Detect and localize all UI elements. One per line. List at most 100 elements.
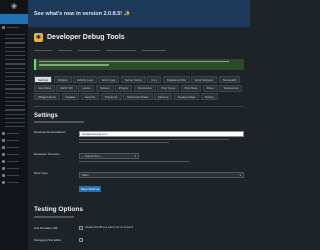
- sidebar-subitem[interactable]: [5, 101, 25, 103]
- tab-testing[interactable]: Testing: [200, 93, 218, 100]
- sidebar-item[interactable]: [0, 24, 28, 31]
- sidebar-item[interactable]: [0, 165, 28, 172]
- wordpress-logo-icon[interactable]: ◉: [0, 0, 28, 12]
- menu-type-select[interactable]: Main ▾: [79, 172, 244, 179]
- sidebar-subitem[interactable]: [5, 84, 25, 86]
- tab-taxonomies[interactable]: Taxonomies: [219, 84, 243, 92]
- chevron-down-icon: ▾: [239, 173, 241, 178]
- admin-sidebar: ◉: [0, 0, 28, 250]
- sidebar-subitem[interactable]: [5, 63, 25, 65]
- sidebar-subitem[interactable]: [5, 92, 25, 94]
- plugin-meta: [28, 47, 250, 54]
- help-line: [79, 160, 189, 163]
- sidebar-item-label: [7, 175, 19, 177]
- sidebar-subitem[interactable]: [5, 34, 25, 36]
- sidebar-item[interactable]: [0, 151, 28, 158]
- menu-icon: [2, 174, 5, 178]
- notice-line: [39, 64, 109, 66]
- section-title: Testing Options: [34, 206, 83, 214]
- sidebar-item[interactable]: [0, 172, 28, 179]
- sidebar-subitem[interactable]: [5, 96, 25, 98]
- checkbox[interactable]: [79, 225, 83, 230]
- tab-widgets[interactable]: Widgets: [53, 76, 72, 83]
- timezone-help: [79, 160, 244, 163]
- sidebar-subitem[interactable]: [5, 113, 25, 115]
- section-description: [34, 216, 74, 218]
- tab-activity-logs[interactable]: Activity Logs: [73, 76, 97, 83]
- sidebar-subitem[interactable]: [5, 88, 25, 90]
- sidebar-subitem[interactable]: [5, 117, 25, 119]
- timezone-row: Developer Timezone -- Select One -- ▾: [34, 152, 244, 164]
- sidebar-subitem[interactable]: [5, 105, 25, 107]
- page-header: ✱ Developer Debug Tools: [28, 27, 250, 47]
- tab-post-meta[interactable]: Post Meta: [180, 84, 202, 92]
- tab-transients[interactable]: Transients: [100, 93, 122, 100]
- sidebar-item-label: [7, 161, 19, 163]
- tab-error-snippets[interactable]: Error Snippets: [191, 76, 218, 83]
- tab-hooks[interactable]: Hooks: [78, 84, 95, 92]
- option-label: Debugging Site Editor: [34, 237, 62, 242]
- sidebar-subitem[interactable]: [5, 71, 25, 73]
- sidebar-subitem[interactable]: [5, 75, 25, 78]
- tab-security[interactable]: Security: [80, 93, 100, 100]
- help-line: [79, 141, 169, 143]
- meta-item: [106, 49, 136, 52]
- tab-post-types[interactable]: Post Types: [157, 84, 180, 92]
- tab-site-health[interactable]: Site Health: [218, 76, 241, 83]
- sidebar-item[interactable]: [0, 144, 28, 151]
- sidebar-item[interactable]: [0, 130, 28, 137]
- menu-icon: [2, 181, 5, 185]
- email-field[interactable]: dev@example.com: [79, 130, 244, 137]
- tab-settings[interactable]: Settings: [34, 76, 53, 83]
- sidebar-item[interactable]: [0, 179, 28, 186]
- timezone-value: -- Select One --: [82, 153, 103, 158]
- banner-text: See what's new in version 2.0.8.5! ✨: [34, 10, 131, 17]
- email-help: [79, 138, 244, 143]
- sidebar-subitem[interactable]: [5, 67, 25, 69]
- sidebar-subitem[interactable]: [5, 42, 25, 44]
- tab-cron[interactable]: Cron: [147, 76, 162, 83]
- main-content: See what's new in version 2.0.8.5! ✨ ✱ D…: [28, 0, 250, 250]
- sidebar-subitem[interactable]: [5, 109, 25, 111]
- sidebar-subitem[interactable]: [5, 54, 25, 57]
- sidebar-subitem[interactable]: [5, 46, 25, 48]
- meta-item: [78, 49, 100, 52]
- debug-notice: [34, 59, 244, 70]
- tab-error-logs[interactable]: Error Logs: [98, 76, 120, 83]
- sidebar-item[interactable]: [0, 158, 28, 165]
- tab-updater[interactable]: Updater: [61, 93, 80, 100]
- tab-options[interactable]: Options: [95, 84, 114, 92]
- testing-row: Test Simulator URL Disable WordPress adm…: [34, 225, 244, 230]
- tab-cleanup[interactable]: Cleanup: [154, 93, 173, 100]
- timezone-select[interactable]: -- Select One -- ▾: [79, 152, 139, 159]
- whats-new-banner[interactable]: See what's new in version 2.0.8.5! ✨: [28, 0, 250, 27]
- sidebar-subitem[interactable]: [5, 80, 25, 82]
- menu-icon: [2, 26, 5, 29]
- sidebar-item-label: [7, 182, 19, 184]
- sidebar-subitem[interactable]: [5, 121, 25, 124]
- tab-registered-info[interactable]: Registered Info: [162, 76, 190, 83]
- sidebar-subitem[interactable]: [5, 38, 25, 40]
- tab-widget-library[interactable]: Widget Library: [34, 93, 61, 100]
- sidebar-subitem[interactable]: [5, 59, 25, 61]
- bug-icon: ✱: [34, 32, 43, 42]
- sidebar-item-active[interactable]: [0, 14, 28, 24]
- save-settings-button[interactable]: Save Settings: [79, 186, 101, 193]
- sidebar-item[interactable]: [0, 137, 28, 144]
- tab-shortcodes[interactable]: Shortcodes: [133, 84, 156, 92]
- menu-icon: [2, 132, 5, 136]
- notice-line: [39, 61, 229, 63]
- tab-server-scans[interactable]: Server Scans: [120, 76, 146, 83]
- menu-icon: [2, 146, 5, 150]
- tab-rest-api[interactable]: REST API: [56, 84, 77, 92]
- tab-user-meta[interactable]: User Meta: [34, 84, 55, 92]
- tab-plugins[interactable]: Plugins: [115, 84, 133, 92]
- tab-roles[interactable]: Roles: [202, 84, 218, 92]
- tab-feature-flags[interactable]: Feature Flags: [173, 93, 200, 100]
- section-description: [34, 121, 84, 123]
- tab-shortcode-finder[interactable]: Shortcode Finder: [123, 93, 153, 100]
- settings-tabs: Settings Widgets Activity Logs Error Logs Se…: [34, 76, 244, 100]
- sidebar-subitem[interactable]: [5, 126, 25, 128]
- sidebar-subitem[interactable]: [5, 50, 25, 52]
- checkbox[interactable]: [79, 237, 83, 242]
